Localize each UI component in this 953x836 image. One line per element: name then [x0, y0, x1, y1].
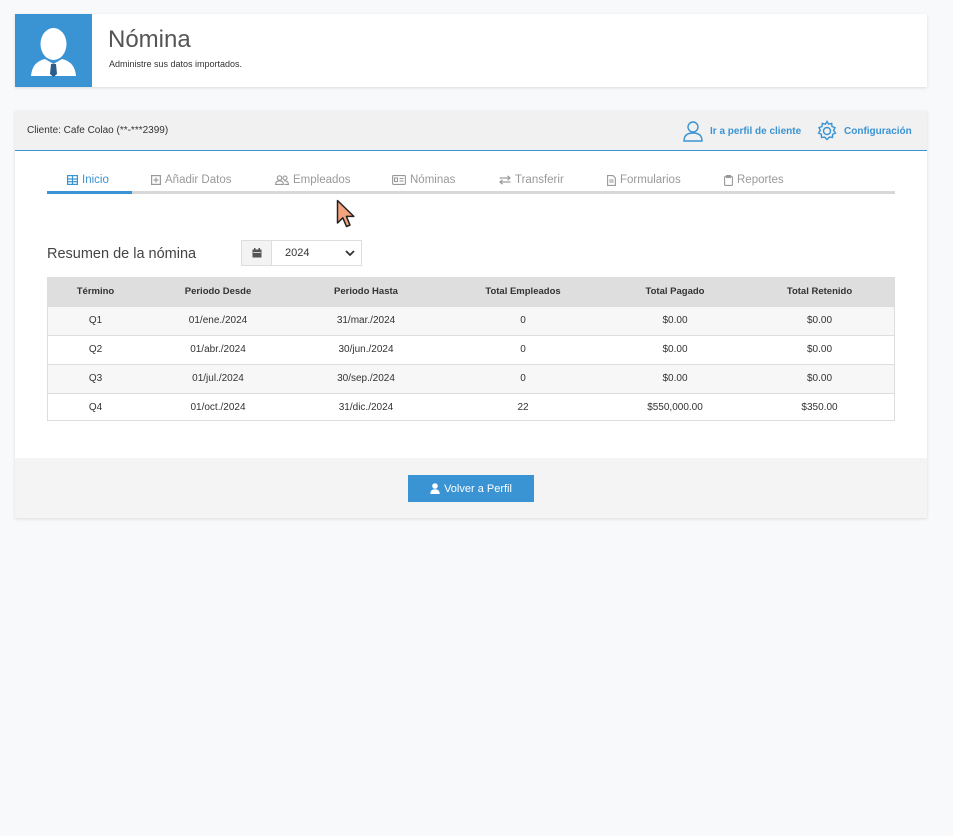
client-label: Cliente: Cafe Colao (**-***2399) — [27, 125, 169, 136]
column-header-total-pagado: Total Pagado — [606, 277, 744, 306]
tab-empleados[interactable]: Empleados — [275, 166, 351, 194]
table-row: Q2 01/abr./2024 30/jun./2024 0 $0.00 $0.… — [47, 334, 895, 364]
clipboard-icon — [724, 174, 733, 186]
tab-inicio[interactable]: Inicio — [67, 166, 109, 194]
year-select-addon — [242, 241, 272, 265]
table-row: Q4 01/oct./2024 31/dic./2024 22 $550,000… — [47, 392, 895, 422]
table-cell: $0.00 — [606, 363, 744, 393]
tab-reportes-label: Reportes — [737, 174, 784, 186]
table-header-row: Término Periodo Desde Periodo Hasta Tota… — [47, 277, 895, 306]
table-cell: Q2 — [47, 334, 144, 364]
table-cell: $350.00 — [744, 392, 895, 422]
column-header-total-retenido: Total Retenido — [744, 277, 895, 306]
table-cell: 01/oct./2024 — [144, 392, 292, 422]
exchange-icon — [499, 175, 511, 185]
settings-link-label: Configuración — [844, 125, 912, 137]
users-icon — [275, 175, 289, 185]
panel-footer: Volver a Perfil — [15, 458, 927, 518]
calendar-icon — [252, 248, 261, 258]
table-cell: 01/abr./2024 — [144, 334, 292, 364]
table-cell: Q1 — [47, 305, 144, 335]
user-icon — [430, 483, 440, 494]
column-header-periodo-hasta: Periodo Hasta — [292, 277, 440, 306]
year-select-label: 2024 — [285, 247, 310, 259]
table-cell: $0.00 — [744, 363, 895, 393]
avatar — [15, 14, 92, 87]
tab-bar: Inicio Añadir Datos Empleados Nóminas Tr… — [47, 166, 895, 194]
main-panel: Cliente: Cafe Colao (**-***2399) Ir a pe… — [15, 111, 927, 518]
tab-anadir-datos-label: Añadir Datos — [165, 174, 232, 186]
column-header-periodo-desde: Periodo Desde — [144, 277, 292, 306]
user-icon — [683, 121, 703, 142]
table-cell: $550,000.00 — [606, 392, 744, 422]
client-bar: Cliente: Cafe Colao (**-***2399) Ir a pe… — [15, 111, 927, 151]
settings-link[interactable]: Configuración — [816, 119, 912, 143]
table-cell: 0 — [440, 305, 606, 335]
payroll-summary-table: Término Periodo Desde Periodo Hasta Tota… — [47, 277, 895, 422]
table-cell: Q4 — [47, 392, 144, 422]
mouse-cursor-icon — [336, 199, 355, 228]
table-cell: 0 — [440, 363, 606, 393]
table-cell: 31/mar./2024 — [292, 305, 440, 335]
table-row: Q1 01/ene./2024 31/mar./2024 0 $0.00 $0.… — [47, 305, 895, 335]
tab-nominas-label: Nóminas — [410, 174, 456, 186]
tab-nominas[interactable]: Nóminas — [392, 166, 455, 194]
table-cell: $0.00 — [744, 334, 895, 364]
tab-empleados-label: Empleados — [293, 174, 351, 186]
year-select[interactable]: 2024 — [241, 240, 362, 266]
column-header-total-empleados: Total Empleados — [440, 277, 606, 306]
table-cell: 30/jun./2024 — [292, 334, 440, 364]
table-cell: 30/sep./2024 — [292, 363, 440, 393]
client-profile-link[interactable]: Ir a perfil de cliente — [682, 119, 801, 143]
page-header: Nómina Administre sus datos importados. — [15, 14, 927, 87]
table-cell: 22 — [440, 392, 606, 422]
table-cell: Q3 — [47, 363, 144, 393]
table-cell: 31/dic./2024 — [292, 392, 440, 422]
tab-formularios[interactable]: Formularios — [607, 166, 681, 194]
active-tab-indicator — [47, 191, 132, 194]
id-card-icon — [392, 175, 406, 185]
table-cell: 01/ene./2024 — [144, 305, 292, 335]
year-select-value[interactable]: 2024 — [272, 241, 361, 265]
tab-inicio-label: Inicio — [82, 174, 109, 186]
chevron-down-icon — [345, 249, 355, 256]
tab-transferir-label: Transferir — [515, 174, 564, 186]
gear-icon — [817, 120, 837, 141]
client-profile-link-label: Ir a perfil de cliente — [710, 125, 802, 137]
table-row: Q3 01/jul./2024 30/sep./2024 0 $0.00 $0.… — [47, 363, 895, 393]
table-cell: $0.00 — [606, 305, 744, 335]
back-to-profile-label: Volver a Perfil — [444, 482, 512, 495]
tab-formularios-label: Formularios — [620, 174, 681, 186]
tab-anadir-datos[interactable]: Añadir Datos — [151, 166, 231, 194]
page-subtitle: Administre sus datos importados. — [109, 59, 243, 69]
plus-square-icon — [151, 175, 161, 185]
column-header-termino: Término — [47, 277, 144, 306]
table-cell: $0.00 — [606, 334, 744, 364]
tab-reportes[interactable]: Reportes — [724, 166, 784, 194]
page-title: Nómina — [108, 26, 191, 53]
table-icon — [67, 175, 78, 185]
table-cell: $0.00 — [744, 305, 895, 335]
summary-title: Resumen de la nómina — [47, 246, 197, 262]
tab-transferir[interactable]: Transferir — [499, 166, 564, 194]
file-icon — [607, 174, 616, 186]
back-to-profile-button[interactable]: Volver a Perfil — [408, 475, 534, 502]
user-tie-icon — [31, 28, 76, 77]
table-cell: 01/jul./2024 — [144, 363, 292, 393]
table-cell: 0 — [440, 334, 606, 364]
